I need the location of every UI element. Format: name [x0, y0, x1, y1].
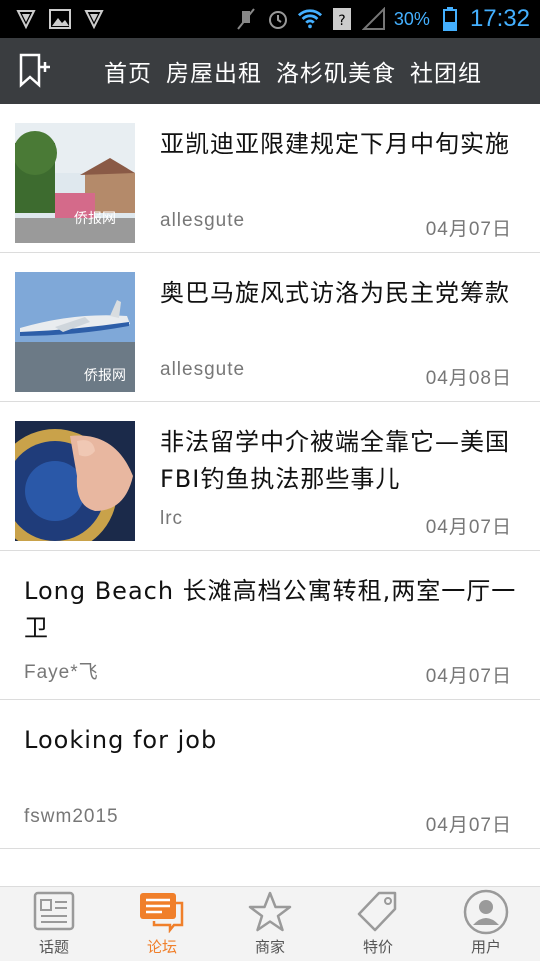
- clock: 17:32: [469, 5, 530, 32]
- post-date: 04月07日: [425, 666, 512, 687]
- list-item[interactable]: 侨报网 亚凯迪亚限建规定下月中旬实施 allesgute 04月07日: [0, 104, 540, 253]
- topic-icon: [30, 890, 78, 934]
- tab-home[interactable]: 首页: [104, 54, 152, 88]
- top-nav: 首页 房屋出租 洛杉矶美食 社团组: [0, 38, 540, 104]
- post-author: allesgute: [160, 210, 246, 231]
- wifi-icon: [297, 7, 322, 31]
- svg-text:侨报网: 侨报网: [74, 211, 116, 227]
- image-icon: [48, 7, 72, 31]
- tab-deals[interactable]: 特价: [324, 887, 432, 961]
- post-title: 非法留学中介被端全靠它—美国FBI钓鱼执法那些事儿: [160, 428, 510, 493]
- bottom-nav-label: 论坛: [146, 938, 177, 956]
- no-sim-icon: ?: [330, 7, 354, 31]
- bottom-nav-label: 特价: [362, 938, 393, 956]
- battery-percent: 30%: [393, 8, 430, 29]
- tab-forum[interactable]: 论坛: [108, 887, 216, 961]
- tab-topics[interactable]: 话题: [0, 887, 108, 961]
- tag-icon: [354, 890, 402, 934]
- post-date: 04月08日: [425, 368, 512, 389]
- bookmark-add-icon: [19, 53, 50, 88]
- battery-icon: [438, 7, 462, 31]
- tab-la-food[interactable]: 洛杉矶美食: [276, 54, 396, 88]
- post-list: 侨报网 亚凯迪亚限建规定下月中旬实施 allesgute 04月07日 侨报网 …: [0, 104, 540, 849]
- bottom-nav-label: 话题: [38, 938, 69, 956]
- svg-text:侨报网: 侨报网: [84, 368, 126, 384]
- post-thumbnail: 侨报网: [15, 272, 135, 392]
- shield-icon: [14, 7, 38, 31]
- post-date: 04月07日: [425, 815, 512, 836]
- post-author: Faye*飞: [24, 662, 99, 683]
- tab-user[interactable]: 用户: [432, 887, 540, 961]
- svg-text:?: ?: [338, 13, 345, 29]
- alarm-icon: [266, 7, 290, 31]
- post-title: Long Beach 长滩高档公寓转租,两室一厅一卫: [24, 577, 517, 642]
- post-author: allesgute: [160, 359, 246, 380]
- post-author: lrc: [160, 508, 184, 529]
- tab-merchants[interactable]: 商家: [216, 887, 324, 961]
- tab-rentals[interactable]: 房屋出租: [166, 54, 262, 88]
- mute-icon: [234, 7, 258, 31]
- post-title: 亚凯迪亚限建规定下月中旬实施: [160, 130, 510, 158]
- post-thumbnail: 侨报网: [15, 123, 135, 243]
- bottom-nav: 话题 论坛 商家 特价 用户: [0, 886, 540, 961]
- list-item[interactable]: Long Beach 长滩高档公寓转租,两室一厅一卫 Faye*飞 04月07日: [0, 551, 540, 700]
- post-thumbnail: [15, 421, 135, 541]
- list-item[interactable]: Looking for job fswm2015 04月07日: [0, 700, 540, 849]
- forum-icon: [138, 890, 186, 934]
- add-bookmark-button[interactable]: [0, 38, 70, 104]
- nav-tabs: 首页 房屋出租 洛杉矶美食 社团组: [70, 54, 534, 88]
- star-icon: [246, 890, 294, 934]
- status-bar: ? 30% 17:32: [0, 0, 540, 38]
- list-item[interactable]: 侨报网 奥巴马旋风式访洛为民主党筹款 allesgute 04月08日: [0, 253, 540, 402]
- bottom-nav-label: 商家: [254, 938, 285, 956]
- list-item[interactable]: 非法留学中介被端全靠它—美国FBI钓鱼执法那些事儿 lrc 04月07日: [0, 402, 540, 551]
- bottom-nav-label: 用户: [470, 938, 501, 956]
- shield-icon-2: [82, 7, 106, 31]
- post-date: 04月07日: [425, 517, 512, 538]
- signal-icon: [361, 7, 386, 31]
- tab-groups[interactable]: 社团组: [410, 54, 482, 88]
- post-date: 04月07日: [425, 219, 512, 240]
- post-author: fswm2015: [24, 806, 119, 827]
- post-title: 奥巴马旋风式访洛为民主党筹款: [160, 279, 510, 307]
- post-title: Looking for job: [24, 726, 218, 754]
- user-icon: [462, 889, 510, 935]
